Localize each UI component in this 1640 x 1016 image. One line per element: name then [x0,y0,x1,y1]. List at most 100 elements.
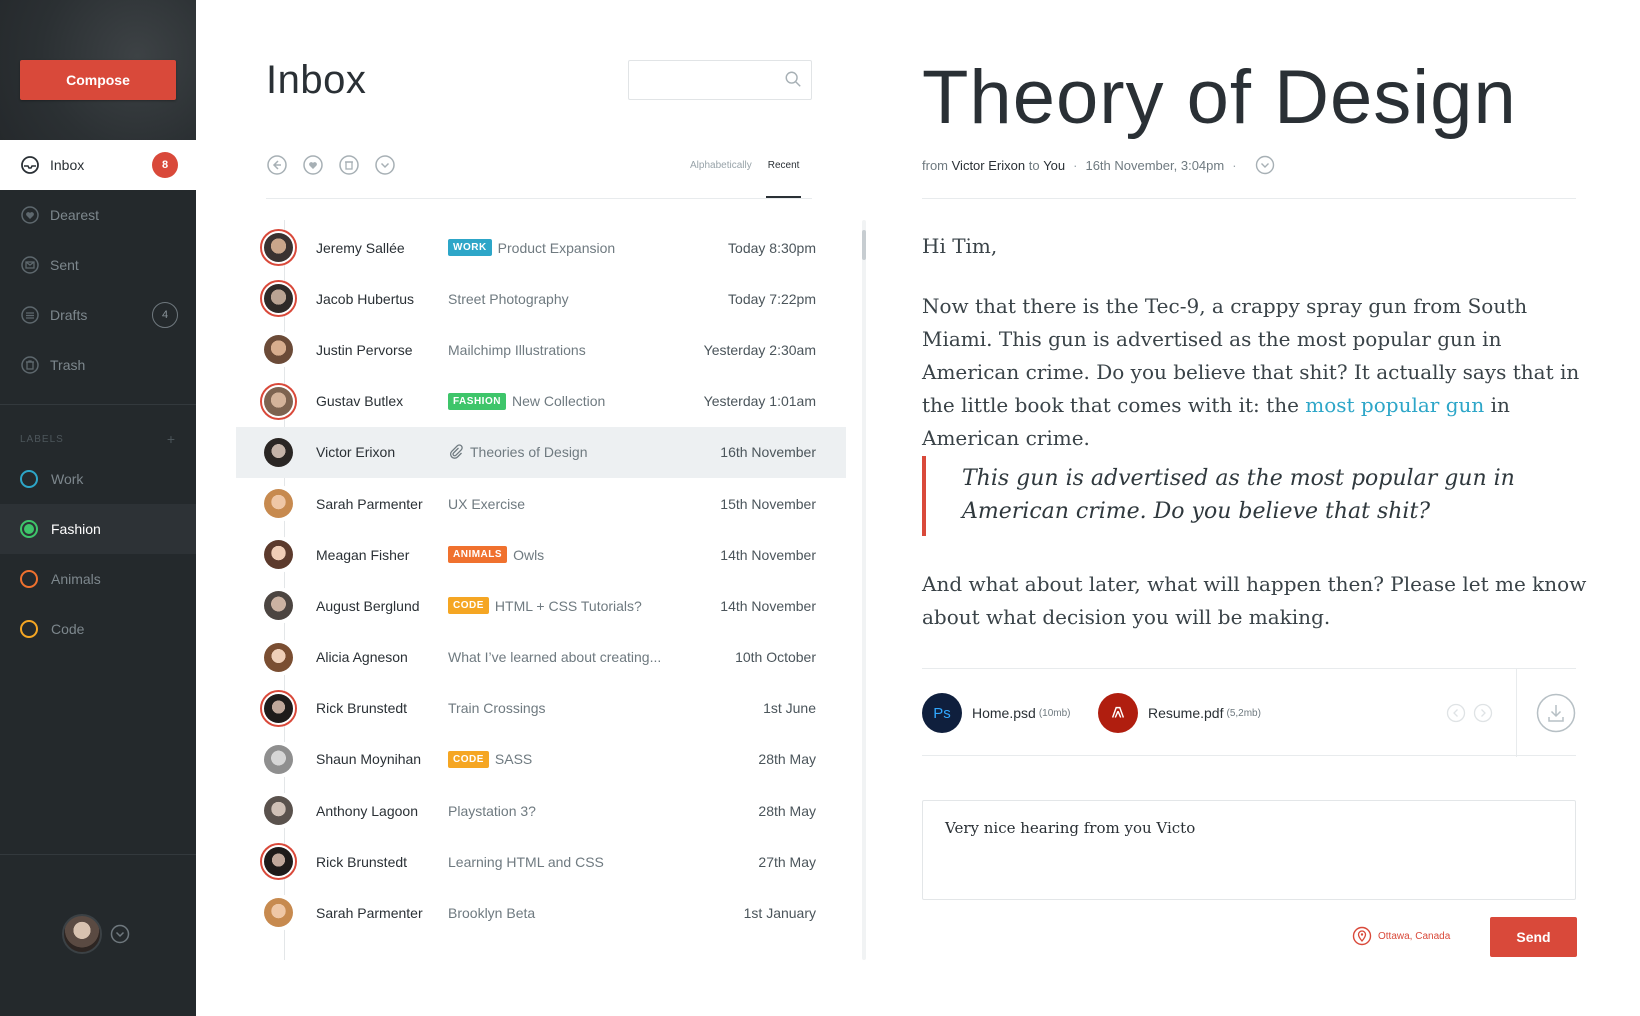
message-subject: Brooklyn Beta [448,905,535,921]
sort-alphabetically[interactable]: Alphabetically [690,160,752,171]
sender-name: Sarah Parmenter [316,905,423,922]
trash-icon[interactable] [338,154,360,176]
sender-name: Shaun Moynihan [316,751,422,768]
message-subject: Playstation 3? [448,803,536,819]
sender-name: Jeremy Sallée [316,239,405,256]
message-rows: Jeremy Sallée WORK Product Expansion Toda… [236,222,846,939]
label-dot-icon [20,620,38,638]
message-row[interactable]: Rick Brunstedt Learning HTML and CSS 27t… [236,836,846,887]
paperclip-icon [449,444,463,460]
sidebar-item-sent[interactable]: Sent [0,240,196,290]
message-subject: Learning HTML and CSS [448,854,604,870]
tag-animals: ANIMALS [448,546,508,564]
attachment-item[interactable]: Resume.pdf (5,2mb) [1098,693,1261,733]
message-subject: FASHION New Collection [448,392,606,410]
page-title: Inbox [266,58,367,102]
message-row[interactable]: Alicia Agneson What I’ve learned about c… [236,632,846,683]
reply-textarea[interactable]: Very nice hearing from you Victo [922,800,1576,900]
location-tag[interactable]: Ottawa, Canada [1352,926,1450,946]
message-row[interactable]: Sarah Parmenter UX Exercise 15th Novembe… [236,478,846,529]
message-date: 14th November [720,597,816,614]
avatar [260,484,297,522]
label-name: Animals [51,571,101,587]
location-pin-icon [1352,926,1372,946]
drafts-count-badge: 4 [152,302,178,328]
message-row[interactable]: Jacob Hubertus Street Photography Today … [236,273,846,324]
avatar[interactable] [62,914,102,954]
label-fashion[interactable]: Fashion [0,504,196,554]
attachment-item[interactable]: Ps Home.psd (10mb) [922,693,1071,733]
attachment-name: Home.psd [972,705,1036,721]
avatar [260,382,297,420]
attachments-bar: Ps Home.psd (10mb) Resume.pdf (5,2mb) [922,668,1576,757]
heart-icon[interactable] [302,154,324,176]
message-date: 1st June [763,700,816,717]
avatar [260,331,297,369]
attachments-separator [1516,669,1517,757]
meta-recipient[interactable]: You [1043,158,1065,173]
message-row[interactable]: Sarah Parmenter Brooklyn Beta 1st Januar… [236,887,846,938]
meta-sender[interactable]: Victor Erixon [952,158,1025,173]
sender-name: August Berglund [316,597,420,614]
message-date: 10th October [735,649,816,666]
reply-icon[interactable] [266,154,288,176]
subject-text: New Collection [511,393,606,410]
label-work[interactable]: Work [0,454,196,504]
download-icon[interactable] [1536,693,1576,733]
message-row[interactable]: Anthony Lagoon Playstation 3? 28th May [236,785,846,836]
message-row[interactable]: Rick Brunstedt Train Crossings 1st June [236,683,846,734]
chevron-right-icon[interactable] [1473,703,1493,723]
sidebar-item-drafts[interactable]: Drafts 4 [0,290,196,340]
chevron-down-icon[interactable] [1255,155,1275,175]
list-scrollbar[interactable] [862,220,866,960]
message-row[interactable]: Justin Pervorse Mailchimp Illustrations … [236,324,846,375]
subject-text: Product Expansion [497,239,616,256]
avatar [260,434,297,471]
compose-button[interactable]: Compose [20,60,176,100]
inline-link[interactable]: most popular gun [1305,393,1484,417]
sidebar-item-trash[interactable]: Trash [0,340,196,390]
labels-heading: LABELS + [20,431,176,447]
drafts-icon [20,305,40,325]
tag-code: CODE [448,597,489,615]
message-row[interactable]: August Berglund CODE HTML + CSS Tutorials… [236,580,846,631]
message-date: 14th November [720,546,816,563]
attachment-pager [1446,703,1500,723]
chevron-down-icon[interactable] [110,924,130,944]
subject-text: Street Photography [448,290,569,307]
meta-to-label: to [1028,157,1040,173]
user-menu[interactable] [62,914,130,954]
search-icon[interactable] [784,70,802,88]
label-code[interactable]: Code [0,604,196,654]
sidebar-item-dearest[interactable]: Dearest [0,190,196,240]
meta-separator: · [1232,157,1237,173]
add-label-button[interactable]: + [167,431,176,447]
chevron-down-icon[interactable] [374,154,396,176]
message-subject: UX Exercise [448,496,525,512]
label-animals[interactable]: Animals [0,554,196,604]
message-greeting: Hi Tim, [922,234,998,258]
avatar [260,638,297,676]
subject-text: Learning HTML and CSS [448,853,604,870]
message-row[interactable]: Jeremy Sallée WORK Product Expansion Toda… [236,222,846,273]
attachment-size: (10mb) [1038,707,1071,719]
send-button[interactable]: Send [1490,917,1577,957]
message-row-selected[interactable]: Victor Erixon Theories of Design 16th No… [236,426,846,478]
subject-text: Mailchimp Illustrations [448,341,586,358]
message-row[interactable]: Shaun Moynihan CODE SASS 28th May [236,734,846,785]
message-paragraph: And what about later, what will happen t… [922,572,1587,629]
sidebar-item-label: Trash [50,357,86,373]
sender-name: Victor Erixon [316,444,396,461]
message-date: 27th May [758,853,816,870]
message-row[interactable]: Gustav Butlex FASHION New Collection Yest… [236,376,846,427]
subject-text: Theories of Design [470,444,588,461]
sort-recent[interactable]: Recent [765,160,802,198]
label-name: Fashion [51,521,101,537]
scrollbar-thumb[interactable] [862,230,866,260]
chevron-left-icon[interactable] [1446,703,1466,723]
sidebar-item-inbox[interactable]: Inbox 8 [0,140,196,190]
message-row[interactable]: Meagan Fisher ANIMALS Owls 14th November [236,529,846,580]
avatar [260,587,297,625]
message-subject: Mailchimp Illustrations [448,342,586,358]
sender-name: Alicia Agneson [316,649,408,666]
